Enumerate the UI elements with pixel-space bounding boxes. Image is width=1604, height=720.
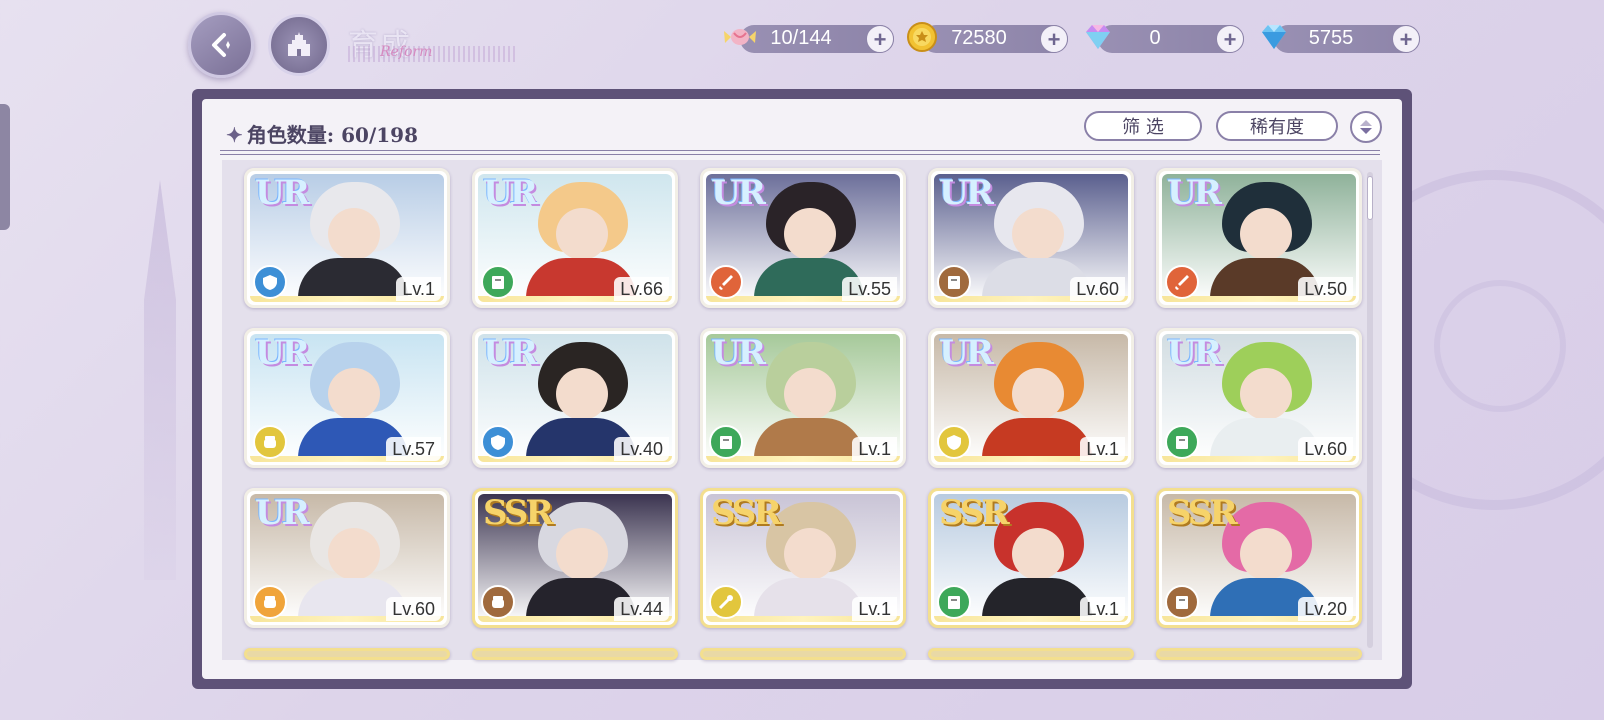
element-fist-icon xyxy=(481,585,515,619)
gold-add-button[interactable]: + xyxy=(1040,25,1068,53)
level-label: Lv.1 xyxy=(852,437,897,461)
filter-button[interactable]: 筛 选 xyxy=(1084,111,1202,141)
character-count: ✦ 角色数量: 60/198 xyxy=(226,119,418,148)
header-divider xyxy=(220,150,1380,155)
rarity-badge: SSR xyxy=(939,493,1010,533)
home-button[interactable] xyxy=(268,14,330,76)
rarity-badge: SSR xyxy=(711,493,782,533)
level-label: Lv.55 xyxy=(842,277,897,301)
rarity-badge: UR xyxy=(255,333,310,373)
element-shield-icon xyxy=(481,425,515,459)
level-label: Lv.60 xyxy=(1070,277,1125,301)
element-book-icon xyxy=(481,265,515,299)
level-label: Lv.40 xyxy=(614,437,669,461)
element-wand-icon xyxy=(709,585,743,619)
sort-rarity-button[interactable]: 稀有度 xyxy=(1216,111,1338,141)
character-card[interactable]: UR Lv.60 xyxy=(928,168,1134,308)
sort-order-button[interactable] xyxy=(1350,111,1382,143)
character-count-text: 角色数量: 60/198 xyxy=(246,123,418,147)
castle-icon xyxy=(288,32,310,56)
character-card[interactable]: UR Lv.40 xyxy=(472,328,678,468)
grid-scrollbar-thumb[interactable] xyxy=(1367,176,1373,220)
rarity-badge: UR xyxy=(711,173,766,213)
character-card[interactable]: UR Lv.1 xyxy=(700,328,906,468)
rarity-badge: UR xyxy=(1167,333,1222,373)
character-card-partial[interactable] xyxy=(928,648,1134,660)
level-label: Lv.57 xyxy=(386,437,441,461)
level-label: Lv.44 xyxy=(614,597,669,621)
resource-gold: 72580 + xyxy=(907,22,1068,53)
level-label: Lv.1 xyxy=(1080,437,1125,461)
level-label: Lv.60 xyxy=(1298,437,1353,461)
element-fist-icon xyxy=(253,585,287,619)
element-shield-icon xyxy=(937,425,971,459)
rainbow-gem-value: 0 xyxy=(1149,27,1161,49)
blue-gem-value: 5755 xyxy=(1308,27,1354,49)
level-label: Lv.50 xyxy=(1298,277,1353,301)
character-card[interactable]: SSR Lv.1 xyxy=(928,488,1134,628)
character-card[interactable]: SSR Lv.1 xyxy=(700,488,906,628)
rarity-badge: SSR xyxy=(1167,493,1238,533)
level-label: Lv.1 xyxy=(852,597,897,621)
rarity-badge: UR xyxy=(1167,173,1222,213)
rarity-badge: UR xyxy=(939,333,994,373)
rarity-badge: UR xyxy=(483,173,538,213)
element-book-icon xyxy=(1165,585,1199,619)
sort-toggle-icon xyxy=(1360,120,1372,134)
back-arrow-icon xyxy=(212,33,230,57)
element-fist-icon xyxy=(253,425,287,459)
resource-candy: 10/144 + xyxy=(724,25,894,53)
character-card[interactable]: UR Lv.55 xyxy=(700,168,906,308)
candy-add-button[interactable]: + xyxy=(866,25,894,53)
blue-gem-add-button[interactable]: + xyxy=(1392,25,1420,53)
character-card[interactable]: UR Lv.1 xyxy=(244,168,450,308)
element-shield-icon xyxy=(253,265,287,299)
resource-rainbow-gem: 0 + xyxy=(1086,25,1244,53)
element-book-icon xyxy=(937,585,971,619)
rarity-badge: UR xyxy=(255,493,310,533)
sparkle-icon: ✦ xyxy=(226,123,243,147)
grid-scrollbar[interactable] xyxy=(1367,172,1373,648)
character-card-partial[interactable] xyxy=(700,648,906,660)
character-card[interactable]: UR Lv.60 xyxy=(1156,328,1362,468)
level-label: Lv.1 xyxy=(396,277,441,301)
level-label: Lv.66 xyxy=(614,277,669,301)
side-drawer-handle[interactable] xyxy=(0,104,10,230)
title-decoration xyxy=(348,46,518,62)
gold-value: 72580 xyxy=(951,27,1007,49)
character-card[interactable]: SSR Lv.44 xyxy=(472,488,678,628)
character-card-partial[interactable] xyxy=(244,648,450,660)
character-card[interactable]: UR Lv.57 xyxy=(244,328,450,468)
character-card[interactable]: UR Lv.1 xyxy=(928,328,1134,468)
character-card-partial[interactable] xyxy=(472,648,678,660)
character-card[interactable]: SSR Lv.20 xyxy=(1156,488,1362,628)
element-sword-icon xyxy=(1165,265,1199,299)
rarity-badge: UR xyxy=(483,333,538,373)
level-label: Lv.60 xyxy=(386,597,441,621)
castle-silhouette xyxy=(144,180,176,580)
character-card[interactable]: UR Lv.60 xyxy=(244,488,450,628)
element-book-icon xyxy=(1165,425,1199,459)
element-sword-icon xyxy=(709,265,743,299)
title-script: Reform xyxy=(380,44,433,60)
character-card-partial[interactable] xyxy=(1156,648,1362,660)
rarity-badge: UR xyxy=(711,333,766,373)
level-label: Lv.20 xyxy=(1298,597,1353,621)
candy-value: 10/144 xyxy=(770,27,832,49)
character-card[interactable]: UR Lv.50 xyxy=(1156,168,1362,308)
element-book-icon xyxy=(937,265,971,299)
element-book-icon xyxy=(709,425,743,459)
rarity-badge: SSR xyxy=(483,493,554,533)
rarity-badge: UR xyxy=(255,173,310,213)
rainbow-gem-add-button[interactable]: + xyxy=(1216,25,1244,53)
rarity-badge: UR xyxy=(939,173,994,213)
character-card[interactable]: UR Lv.66 xyxy=(472,168,678,308)
level-label: Lv.1 xyxy=(1080,597,1125,621)
resource-blue-gem: 5755 + xyxy=(1262,25,1420,53)
back-button[interactable] xyxy=(188,12,254,78)
